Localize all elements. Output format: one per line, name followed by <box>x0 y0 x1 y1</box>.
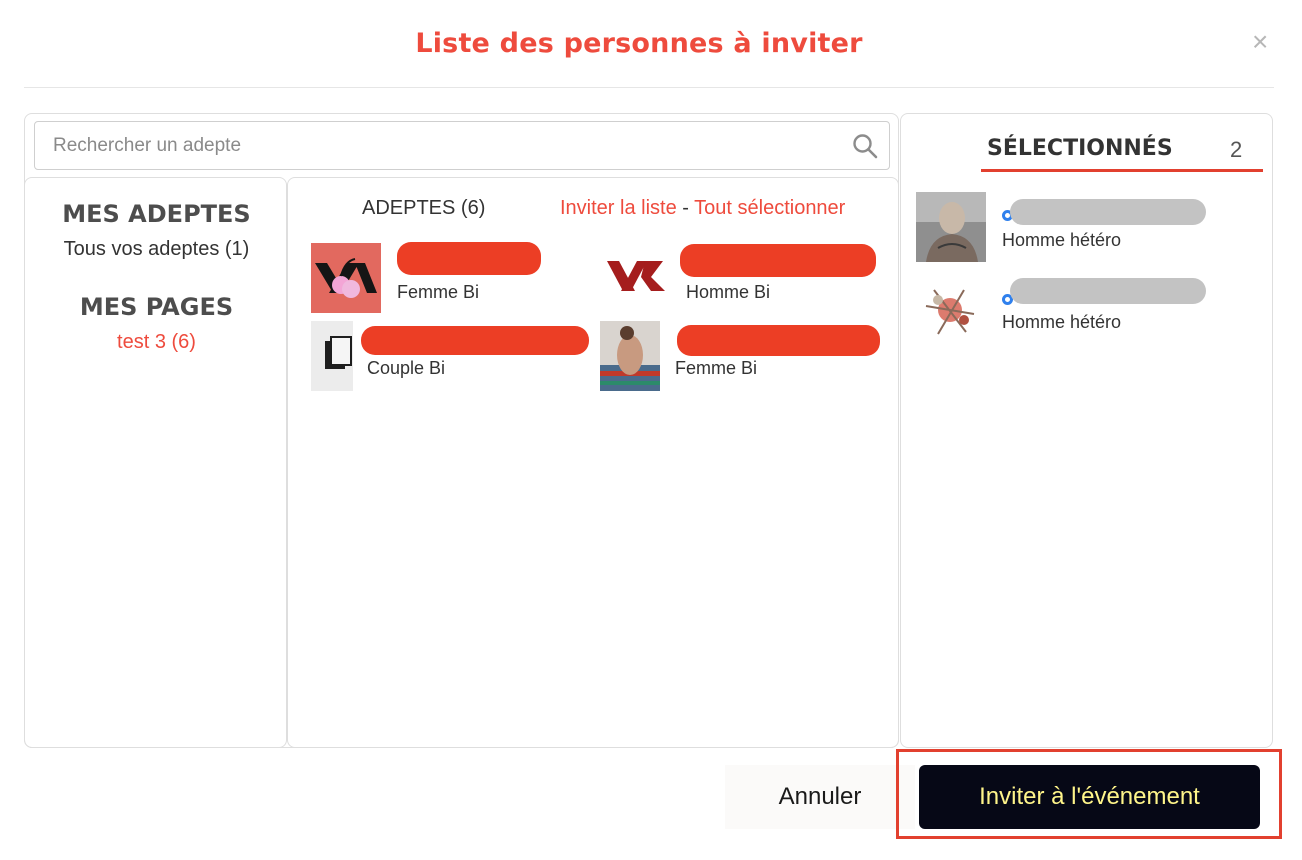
invite-actions: Inviter la liste - Tout sélectionner <box>560 197 845 220</box>
selected-panel: SÉLECTIONNÉS 2 Homme hétéro Homme hétéro <box>900 113 1273 748</box>
follower-card[interactable]: Couple Bi <box>311 321 591 393</box>
modal-title: Liste des personnes à inviter <box>415 28 863 59</box>
actions-separator: - <box>676 197 695 219</box>
select-all-link[interactable]: Tout sélectionner <box>694 197 845 219</box>
nav-item-page-test-3[interactable]: test 3 (6) <box>25 331 288 354</box>
followers-count-label: ADEPTES (6) <box>362 197 486 219</box>
search-icon[interactable] <box>851 132 879 160</box>
cherry-logo-image <box>311 243 381 313</box>
followers-column: ADEPTES (6) Inviter la liste - Tout séle… <box>287 177 899 748</box>
invite-to-event-button[interactable]: Inviter à l'événement <box>919 765 1260 829</box>
redacted-name <box>1010 278 1206 304</box>
follower-card[interactable]: Homme Bi <box>603 242 883 314</box>
photo-placeholder-image <box>311 321 353 391</box>
profile-photo <box>916 276 986 346</box>
my-pages-heading: MES PAGES <box>79 293 234 321</box>
profile-photo <box>916 192 986 262</box>
selected-underline <box>981 169 1263 172</box>
yk-logo-image <box>607 261 665 291</box>
profile-type-label: Femme Bi <box>397 282 480 302</box>
nav-item-all-followers[interactable]: Tous vos adeptes (1) <box>25 238 288 261</box>
search-box <box>34 121 890 170</box>
cancel-button[interactable]: Annuler <box>725 765 915 829</box>
profile-type-label: Homme Bi <box>686 282 771 302</box>
avatar <box>916 276 986 346</box>
avatar <box>603 243 673 313</box>
redacted-name <box>397 242 541 275</box>
close-icon[interactable]: × <box>1252 28 1268 56</box>
follower-card[interactable]: Femme Bi <box>600 321 890 393</box>
redacted-name <box>1010 199 1206 225</box>
profile-photo <box>600 321 660 391</box>
profile-type-label: Homme hétéro <box>1002 312 1122 332</box>
redacted-name <box>680 244 876 277</box>
redacted-name <box>361 326 589 355</box>
avatar <box>916 192 986 262</box>
avatar <box>600 321 660 391</box>
redacted-name <box>677 325 880 356</box>
nav-column: MES ADEPTES Tous vos adeptes (1) MES PAG… <box>24 177 287 748</box>
profile-type-label: Femme Bi <box>675 358 758 378</box>
avatar <box>311 321 353 391</box>
avatar <box>311 243 381 313</box>
search-input[interactable] <box>53 135 833 157</box>
selected-count: 2 <box>1230 137 1243 162</box>
title-divider <box>24 87 1274 88</box>
selected-person[interactable]: Homme hétéro <box>916 276 1266 348</box>
selected-title: SÉLECTIONNÉS <box>987 136 1173 161</box>
profile-type-label: Homme hétéro <box>1002 230 1122 250</box>
profile-type-label: Couple Bi <box>367 358 446 378</box>
follower-card[interactable]: Femme Bi <box>311 242 571 314</box>
selected-person[interactable]: Homme hétéro <box>916 192 1266 264</box>
my-followers-heading: MES ADEPTES <box>62 200 251 228</box>
invite-list-link[interactable]: Inviter la liste <box>560 197 677 219</box>
